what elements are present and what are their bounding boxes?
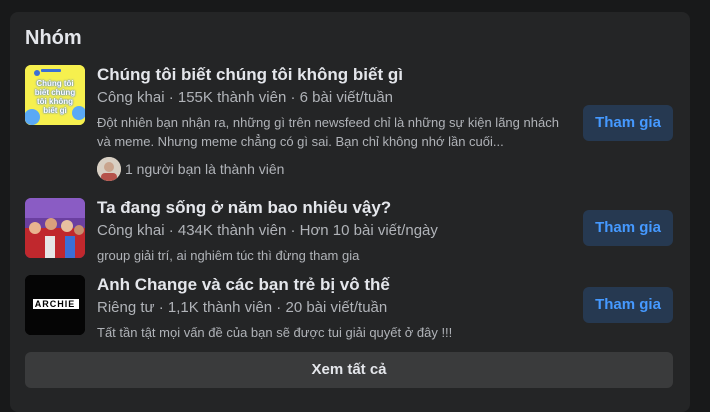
mutual-friends-text: 1 người bạn là thành viên bbox=[125, 161, 285, 177]
group-item: Ta đang sống ở năm bao nhiêu vậy? Công k… bbox=[25, 198, 675, 263]
group-description: group giải trí, ai nghiêm túc thì đừng t… bbox=[97, 248, 360, 263]
group-cover-art bbox=[25, 198, 85, 258]
group-description: Tất tần tật mọi vấn đề của bạn sẽ được t… bbox=[97, 325, 453, 340]
join-group-button[interactable]: Tham gia bbox=[583, 287, 673, 323]
group-meta: Riêng tư · 1,1K thành viên · 20 bài viết… bbox=[97, 299, 388, 316]
friend-avatar bbox=[97, 157, 121, 181]
join-group-button[interactable]: Tham gia bbox=[583, 105, 673, 141]
group-cover-image[interactable]: ARCHIE bbox=[25, 275, 85, 335]
group-item: ARCHIE Anh Change và các bạn trẻ bị vô t… bbox=[25, 275, 675, 340]
group-name[interactable]: Ta đang sống ở năm bao nhiêu vậy? bbox=[97, 198, 391, 218]
group-description: Đột nhiên bạn nhận ra, những gì trên new… bbox=[97, 115, 559, 149]
group-name[interactable]: Anh Change và các bạn trẻ bị vô thế bbox=[97, 275, 390, 295]
group-cover-text: Chúng tôi biết chúng tôi không biết gì bbox=[34, 79, 76, 115]
group-cover-image[interactable]: Chúng tôi biết chúng tôi không biết gì bbox=[25, 65, 85, 125]
group-meta: Công khai · 155K thành viên · 6 bài viết… bbox=[97, 89, 394, 106]
group-name[interactable]: Chúng tôi biết chúng tôi không biết gì bbox=[97, 65, 403, 85]
group-item: Chúng tôi biết chúng tôi không biết gì C… bbox=[25, 65, 675, 185]
section-title: Nhóm bbox=[25, 27, 82, 49]
groups-card: Nhóm Chúng tôi biết chúng tôi không biết… bbox=[10, 12, 690, 412]
see-all-button[interactable]: Xem tất cả bbox=[25, 352, 673, 388]
group-cover-image[interactable] bbox=[25, 198, 85, 258]
join-group-button[interactable]: Tham gia bbox=[583, 210, 673, 246]
group-meta: Công khai · 434K thành viên · Hơn 10 bài… bbox=[97, 222, 438, 239]
group-cover-text: ARCHIE bbox=[34, 299, 76, 309]
